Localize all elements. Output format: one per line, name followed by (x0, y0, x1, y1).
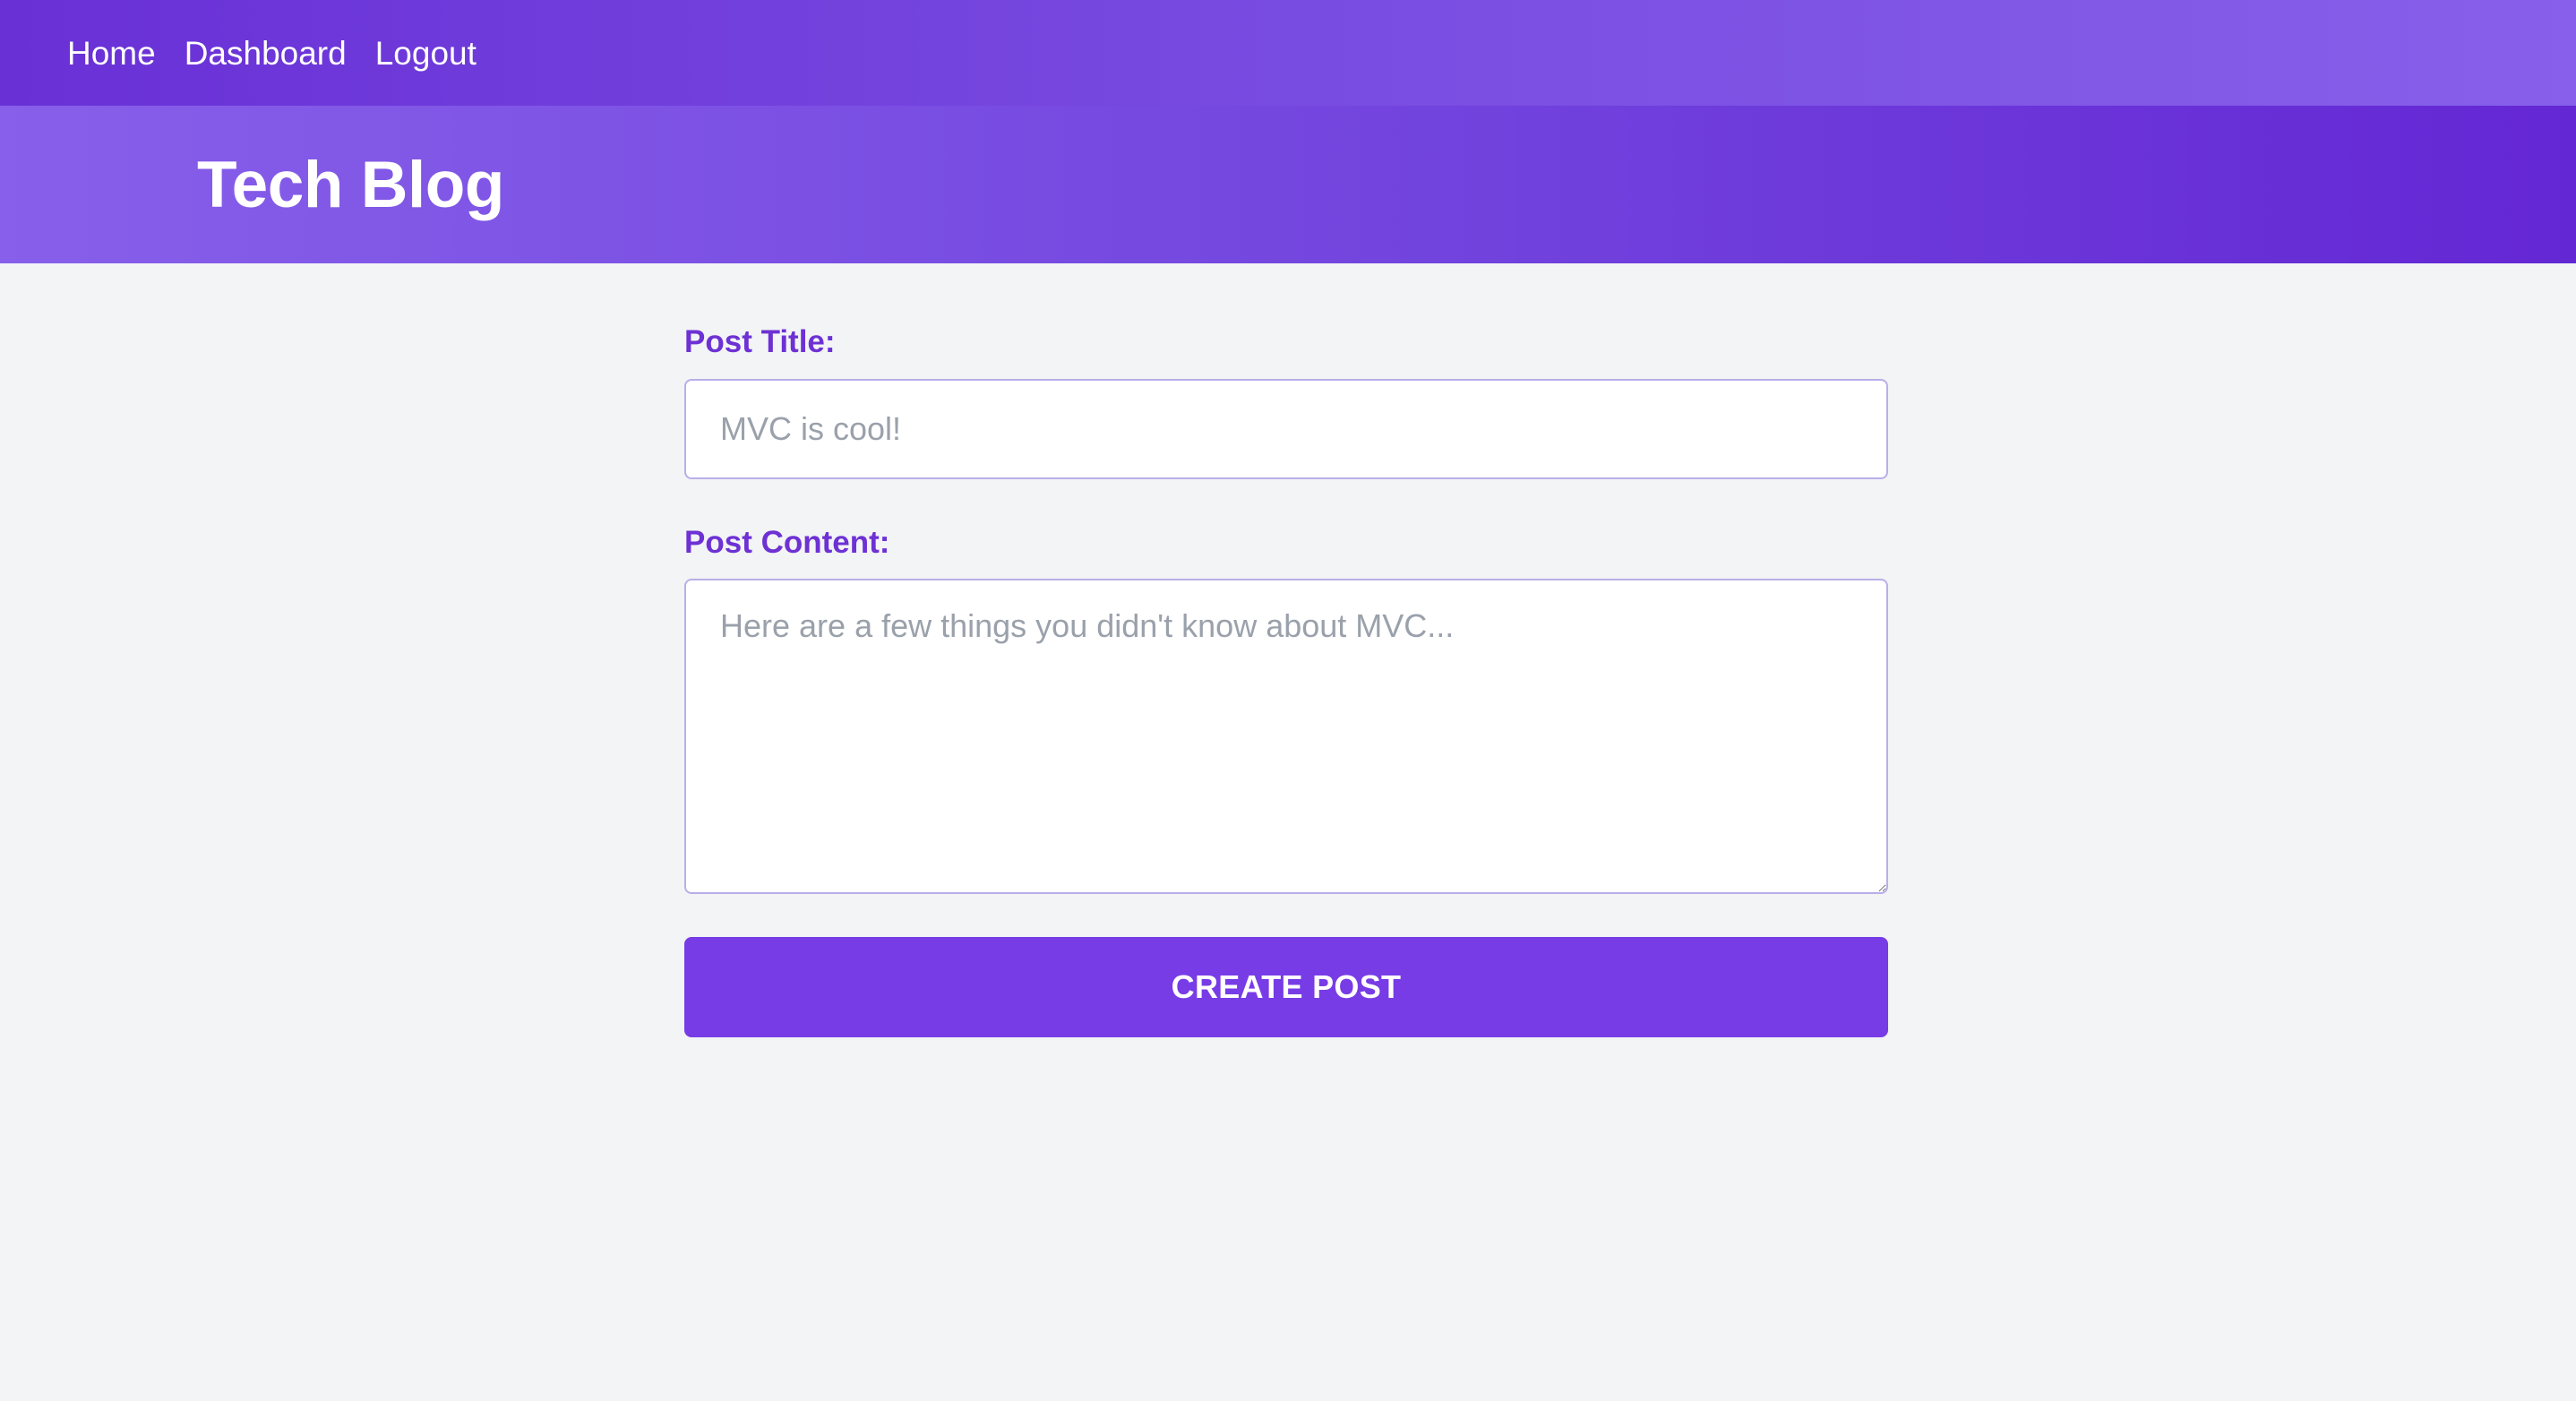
post-content-textarea[interactable] (684, 579, 1888, 894)
nav-link-logout[interactable]: Logout (375, 37, 477, 70)
nav-link-home[interactable]: Home (67, 37, 156, 70)
nav-link-dashboard[interactable]: Dashboard (185, 37, 347, 70)
site-header: Tech Blog (0, 106, 2576, 263)
post-title-input[interactable] (684, 379, 1888, 479)
post-title-label: Post Title: (684, 324, 836, 359)
create-post-button[interactable]: CREATE POST (684, 937, 1888, 1037)
post-content-label: Post Content: (684, 525, 890, 560)
top-nav: Home Dashboard Logout (0, 0, 2576, 106)
site-title: Tech Blog (197, 148, 504, 221)
